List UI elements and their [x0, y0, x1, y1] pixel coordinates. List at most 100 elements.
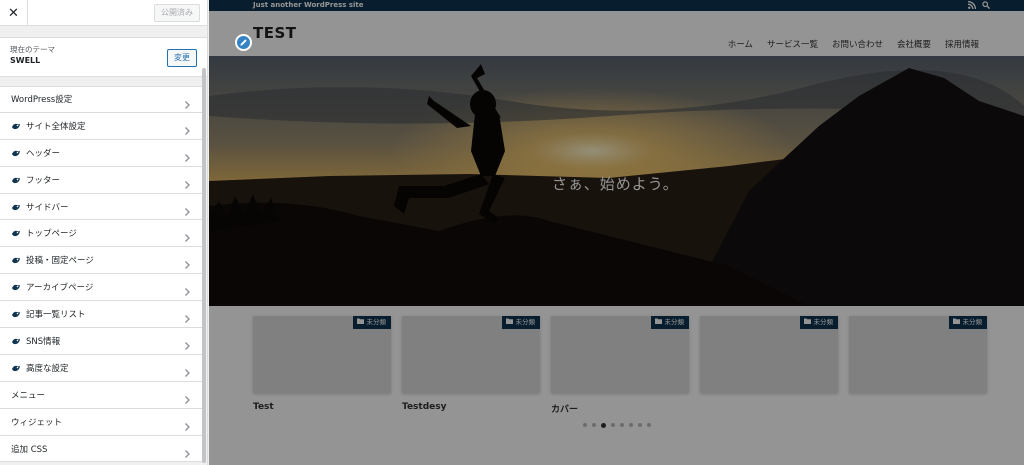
slider-dot[interactable] — [601, 422, 606, 428]
chevron-right-icon — [182, 228, 192, 243]
sidebar-item-label: アーカイブページ — [26, 283, 94, 294]
nav-item-3[interactable]: 会社概要 — [897, 38, 931, 50]
folder-icon — [356, 316, 364, 329]
folder-icon — [803, 316, 811, 329]
slider-dot[interactable] — [592, 423, 596, 427]
chevron-right-icon — [182, 121, 192, 135]
sidebar-item-label: ヘッダー — [26, 148, 61, 159]
chevron-right-icon — [182, 95, 192, 109]
slider-dot[interactable] — [611, 423, 615, 427]
sidebar-item-label: WordPress設定 — [11, 95, 73, 106]
post-thumbnail[interactable]: 未分類 — [402, 316, 540, 393]
current-theme-panel: 現在のテーマ SWELL 変更 — [0, 37, 207, 77]
chevron-right-icon — [182, 148, 192, 162]
slider-dot[interactable] — [638, 423, 642, 427]
customizer-header: ✕ 公開済み — [0, 0, 207, 26]
category-badge[interactable]: 未分類 — [501, 316, 540, 329]
category-label: 未分類 — [962, 318, 983, 326]
sidebar-item-4[interactable]: サイドバー — [0, 193, 202, 221]
sidebar-item-8[interactable]: 記事一覧リスト — [0, 301, 202, 329]
post-title[interactable]: Testdesy — [402, 402, 540, 412]
slider-dot[interactable] — [647, 423, 651, 427]
sidebar-item-11[interactable]: メニュー — [0, 381, 202, 409]
sidebar-item-label: サイドバー — [26, 202, 69, 213]
chevron-right-icon — [182, 363, 192, 377]
nav-item-4[interactable]: 採用情報 — [945, 38, 979, 50]
category-label: 未分類 — [664, 318, 685, 326]
post-card[interactable]: 未分類カバー — [551, 316, 689, 415]
slider-dot[interactable] — [620, 423, 624, 427]
swell-icon — [11, 282, 21, 292]
sidebar-item-3[interactable]: フッター — [0, 166, 202, 194]
slider-pagination — [583, 422, 651, 428]
sidebar-item-label: メニュー — [11, 390, 46, 401]
post-card[interactable]: 未分類 Testdesy — [402, 316, 540, 415]
sidebar-item-label: 記事一覧リスト — [26, 310, 86, 321]
post-slider: 未分類 Test 未分類 Testdesy 未分類 カバー 未分類 未分類 — [253, 316, 987, 415]
search-icon[interactable] — [982, 1, 990, 9]
customizer-sidebar: ✕ 公開済み 現在のテーマ SWELL 変更 WordPress設定サイト全体設… — [0, 0, 208, 465]
sidebar-item-6[interactable]: 投稿・固定ページ — [0, 247, 202, 275]
swell-icon — [11, 148, 21, 158]
chevron-right-icon — [182, 336, 192, 350]
post-thumbnail[interactable]: 未分類 — [253, 316, 391, 393]
post-card[interactable]: 未分類 Test — [253, 316, 391, 415]
post-thumbnail[interactable]: 未分類 — [551, 316, 689, 393]
folder-icon — [654, 316, 662, 329]
category-label: 未分類 — [515, 318, 536, 326]
swell-icon — [11, 202, 21, 212]
nav-item-0[interactable]: ホーム — [728, 38, 753, 50]
swell-icon — [11, 121, 21, 131]
folder-icon — [952, 316, 960, 329]
sidebar-item-label: フッター — [26, 175, 61, 186]
post-card[interactable]: 未分類 — [700, 316, 838, 415]
edit-shortcut-pencil-icon[interactable] — [235, 34, 252, 51]
swell-icon — [11, 255, 21, 265]
sidebar-scrollbar[interactable] — [202, 68, 206, 463]
category-badge[interactable]: 未分類 — [799, 316, 838, 329]
publish-button[interactable]: 公開済み — [154, 4, 200, 22]
close-button[interactable]: ✕ — [0, 0, 28, 26]
category-label: 未分類 — [813, 318, 834, 326]
swell-icon — [11, 363, 21, 373]
sidebar-item-9[interactable]: SNS情報 — [0, 328, 202, 355]
chevron-right-icon — [182, 282, 192, 297]
category-badge[interactable]: 未分類 — [650, 316, 689, 329]
swell-icon — [11, 228, 21, 238]
site-preview: Just another WordPress site TEST ホーム サービス… — [209, 0, 1024, 465]
customizer-section-list: WordPress設定サイト全体設定ヘッダーフッターサイドバートップページ 投稿・… — [0, 86, 202, 463]
top-bar: Just another WordPress site — [209, 0, 1024, 11]
sidebar-item-0[interactable]: WordPress設定 — [0, 86, 202, 113]
chevron-right-icon — [182, 202, 192, 216]
sidebar-item-12[interactable]: ウィジェット — [0, 408, 202, 436]
category-label: 未分類 — [366, 318, 387, 326]
sidebar-item-1[interactable]: サイト全体設定 — [0, 112, 202, 140]
chevron-right-icon — [182, 309, 192, 324]
nav-item-1[interactable]: サービス一覧 — [767, 38, 818, 50]
post-card[interactable]: 未分類 — [849, 316, 987, 415]
rss-icon[interactable] — [968, 1, 976, 9]
sidebar-item-10[interactable]: 高度な設定 — [0, 354, 202, 382]
site-title[interactable]: TEST — [253, 24, 297, 42]
category-badge[interactable]: 未分類 — [948, 316, 987, 329]
chevron-right-icon — [182, 390, 192, 404]
slider-dot[interactable] — [583, 423, 587, 427]
post-title[interactable]: カバー — [551, 402, 689, 415]
hero-catchphrase: さぁ、始めよう。 — [552, 175, 679, 193]
post-thumbnail[interactable]: 未分類 — [849, 316, 987, 393]
sidebar-item-2[interactable]: ヘッダー — [0, 139, 202, 167]
chevron-right-icon — [182, 255, 192, 270]
slider-dot[interactable] — [629, 423, 633, 427]
post-title[interactable]: Test — [253, 402, 391, 412]
sidebar-item-7[interactable]: アーカイブページ — [0, 274, 202, 302]
sidebar-item-13[interactable]: 追加 CSS — [0, 435, 202, 463]
site-header: TEST ホーム サービス一覧 お問い合わせ 会社概要 採用情報 — [209, 11, 1024, 56]
swell-icon — [11, 309, 21, 319]
sidebar-item-label: 高度な設定 — [26, 363, 69, 374]
nav-item-2[interactable]: お問い合わせ — [832, 38, 883, 50]
category-badge[interactable]: 未分類 — [352, 316, 391, 329]
change-theme-button[interactable]: 変更 — [167, 49, 197, 67]
swell-icon — [11, 336, 21, 346]
sidebar-item-5[interactable]: トップページ — [0, 220, 202, 248]
post-thumbnail[interactable]: 未分類 — [700, 316, 838, 393]
